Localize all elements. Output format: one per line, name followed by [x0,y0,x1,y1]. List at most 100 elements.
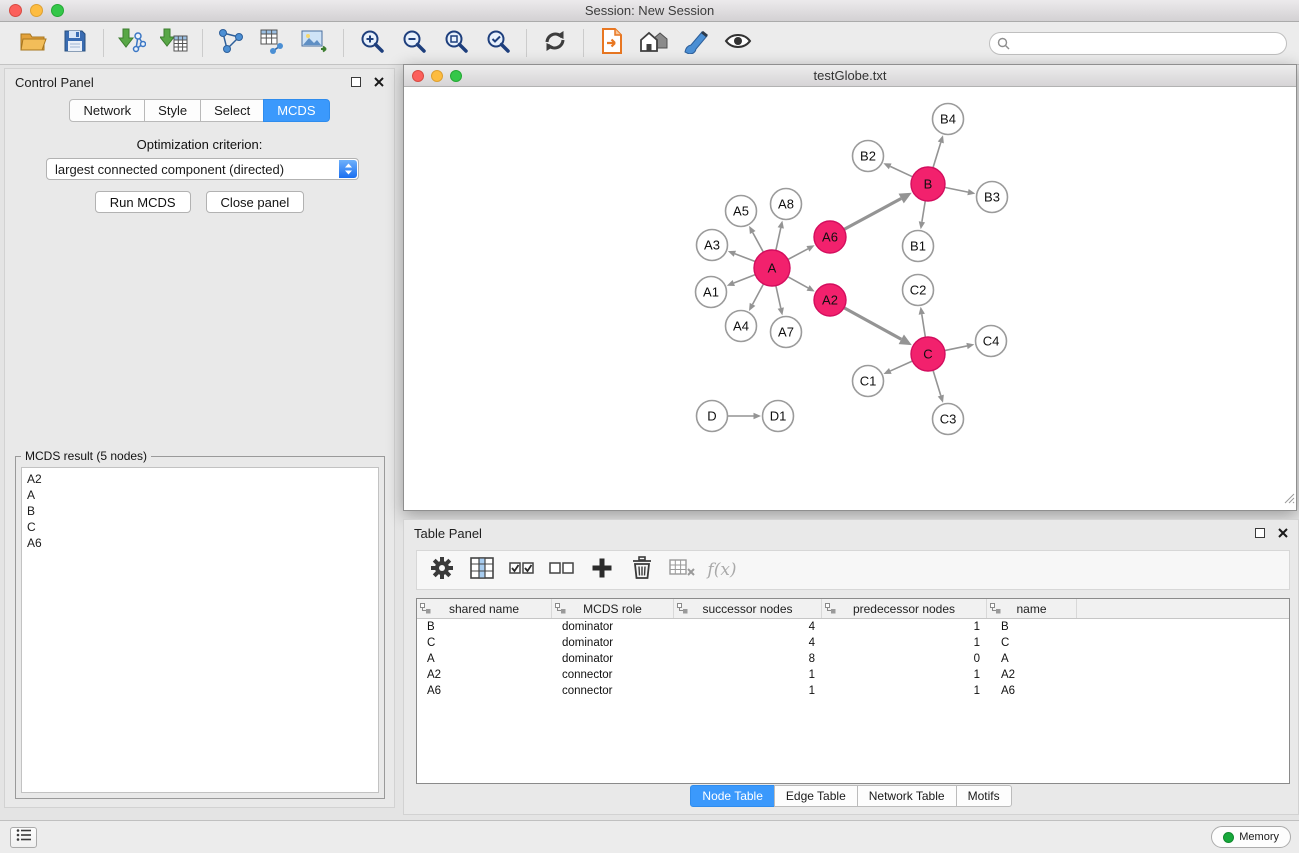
graph-edge-A-A5[interactable] [753,233,764,253]
add-entry-button[interactable] [587,555,617,585]
tab-motifs[interactable]: Motifs [956,785,1012,807]
style-brush-button[interactable] [675,25,717,61]
new-network-button[interactable] [210,25,252,61]
minimize-window-icon[interactable] [30,4,43,17]
graph-edge-A-A4[interactable] [753,284,764,305]
tab-network-table[interactable]: Network Table [857,785,957,807]
graph-edge-C-C1[interactable] [890,361,912,371]
zoom-selected-button[interactable] [477,25,519,61]
graph-edge-A-A1[interactable] [734,275,755,283]
show-hide-graphics-button[interactable] [717,25,759,61]
table-cell: 1 [822,621,987,633]
run-mcds-button[interactable]: Run MCDS [95,191,191,213]
graph-edge-A-A6[interactable] [788,249,808,260]
table-row[interactable]: Cdominator41C [417,635,1289,651]
mcds-result-item[interactable]: A6 [27,535,373,551]
zoom-window-icon[interactable] [51,4,64,17]
column-header-label: shared name [449,602,519,616]
graph-edge-C-C2[interactable] [922,314,926,337]
graph-edge-arrowhead [966,343,974,349]
home-button[interactable] [633,25,675,61]
graph-edge-A-A7[interactable] [776,286,781,308]
close-window-icon[interactable] [9,4,22,17]
graph-edge-B-B2[interactable] [890,166,912,176]
table-panel-tabs: Node TableEdge TableNetwork TableMotifs [404,785,1298,807]
tab-style[interactable]: Style [144,99,201,122]
save-session-button[interactable] [54,25,96,61]
show-panel-menu-button[interactable] [10,827,37,848]
mcds-result-item[interactable]: A [27,487,373,503]
graph-node-label: A1 [703,285,719,300]
column-header-shared-name[interactable]: shared name [417,599,552,618]
column-header-predecessor-nodes[interactable]: predecessor nodes [822,599,987,618]
column-header-name[interactable]: name [987,599,1077,618]
zoom-in-button[interactable] [351,25,393,61]
graph-node-label: B4 [940,112,956,127]
graph-edge-A-A3[interactable] [735,254,755,262]
network-canvas[interactable]: B4B2BB3A8A5A6A3B1AC2A1A2A4A7C4CC1DD1C3 [404,87,1296,510]
mcds-result-item[interactable]: B [27,503,373,519]
table-row[interactable]: Bdominator41B [417,619,1289,635]
search-input[interactable] [989,32,1287,55]
graph-edge-C-C4[interactable] [945,346,967,351]
mcds-result-item[interactable]: A2 [27,471,373,487]
open-session-button[interactable] [12,25,54,61]
tab-mcds[interactable]: MCDS [263,99,329,122]
column-header-successor-nodes[interactable]: successor nodes [674,599,822,618]
graph-edge-A6-B[interactable] [844,199,901,230]
import-table-button[interactable] [153,25,195,61]
column-header-MCDS-role[interactable]: MCDS role [552,599,674,618]
graph-edge-A-A8[interactable] [776,228,781,250]
float-table-panel-icon[interactable] [1255,528,1265,538]
mcds-result-item[interactable]: C [27,519,373,535]
network-from-table-button[interactable] [252,25,294,61]
minimize-network-window-icon[interactable] [431,70,443,82]
tab-edge-table[interactable]: Edge Table [774,785,858,807]
graph-edge-B-B3[interactable] [945,187,968,192]
memory-status-icon [1223,832,1234,843]
graph-node-label: A4 [733,319,749,334]
graph-edge-A-A2[interactable] [788,277,808,288]
memory-button[interactable]: Memory [1211,826,1291,848]
float-panel-icon[interactable] [351,77,361,87]
zoom-out-button[interactable] [393,25,435,61]
network-canvas-svg[interactable]: B4B2BB3A8A5A6A3B1AC2A1A2A4A7C4CC1DD1C3 [404,87,1296,511]
zoom-network-window-icon[interactable] [450,70,462,82]
report-document-icon [600,28,624,59]
graph-edge-A2-C[interactable] [844,308,901,340]
graph-edge-B-B1[interactable] [922,201,925,222]
function-builder-button[interactable]: f(x) [707,555,737,585]
criterion-dropdown[interactable]: largest connected component (directed) [46,158,359,180]
toolbar-separator [343,29,344,57]
tab-network[interactable]: Network [69,99,145,122]
resize-grip-icon[interactable] [1284,491,1295,509]
graph-edge-B-B4[interactable] [933,142,941,167]
close-network-window-icon[interactable] [412,70,424,82]
open-report-button[interactable] [591,25,633,61]
table-settings-button[interactable] [427,555,457,585]
graph-edge-arrowhead [919,221,925,229]
dropdown-stepper-icon[interactable] [339,160,357,178]
table-row[interactable]: Adominator80A [417,651,1289,667]
close-panel-icon[interactable] [374,77,384,87]
table-row[interactable]: A6connector11A6 [417,683,1289,699]
close-panel-button[interactable]: Close panel [206,191,305,213]
trash-icon [631,556,653,585]
tab-node-table[interactable]: Node Table [690,785,775,807]
apply-layout-button[interactable] [534,25,576,61]
table-row[interactable]: A2connector11A2 [417,667,1289,683]
delete-table-button[interactable] [667,555,697,585]
status-bar: Memory [0,820,1299,853]
graph-edge-C-C3[interactable] [933,370,941,395]
show-columns-button[interactable] [467,555,497,585]
delete-entry-button[interactable] [627,555,657,585]
export-image-button[interactable] [294,25,336,61]
import-network-button[interactable] [111,25,153,61]
deselect-all-button[interactable] [547,555,577,585]
close-table-panel-icon[interactable] [1278,528,1288,538]
select-all-button[interactable] [507,555,537,585]
tab-select[interactable]: Select [200,99,264,122]
table-cell: 1 [822,685,987,697]
zoom-fit-button[interactable] [435,25,477,61]
save-session-icon [63,29,87,58]
